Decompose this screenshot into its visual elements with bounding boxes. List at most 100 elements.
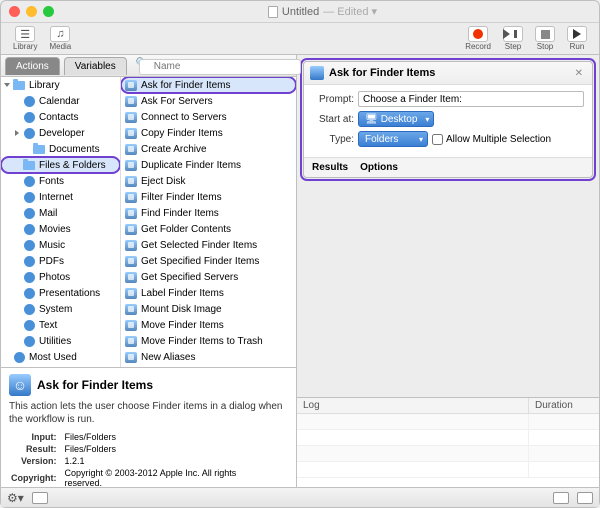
action-label: Get Specified Finder Items — [141, 256, 259, 267]
automator-window: Untitled — Edited ▾ ☰Library ♫Media Reco… — [0, 0, 600, 508]
workflow-area[interactable]: Ask for Finder Items ✕ Prompt: Start at:… — [297, 55, 599, 397]
category-movies[interactable]: Movies — [1, 221, 120, 237]
options-tab[interactable]: Options — [360, 162, 398, 173]
category-contacts[interactable]: Contacts — [1, 109, 120, 125]
category-photos[interactable]: Photos — [1, 269, 120, 285]
title-text: Untitled — [282, 6, 319, 18]
tab-variables[interactable]: Variables — [64, 57, 127, 75]
category-label: Documents — [49, 144, 100, 155]
category-system[interactable]: System — [1, 301, 120, 317]
zoom-window-button[interactable] — [43, 6, 54, 17]
folder-icon — [33, 143, 45, 155]
action-label: Get Specified Servers — [141, 272, 238, 283]
step-button[interactable]: Step — [499, 26, 527, 51]
workflow-action-ask-finder-items[interactable]: Ask for Finder Items ✕ Prompt: Start at:… — [303, 61, 593, 178]
folder-icon — [23, 159, 35, 171]
action-connect-to-servers[interactable]: Connect to Servers — [121, 109, 296, 125]
view-mode-1-button[interactable] — [553, 492, 569, 504]
action-ask-for-finder-items[interactable]: Ask for Finder Items — [121, 77, 296, 93]
category-label: Text — [39, 320, 57, 331]
action-copy-finder-items[interactable]: Copy Finder Items — [121, 125, 296, 141]
category-label: Presentations — [39, 288, 100, 299]
action-ask-for-servers[interactable]: Ask For Servers — [121, 93, 296, 109]
action-eject-disk[interactable]: Eject Disk — [121, 173, 296, 189]
action-icon — [125, 160, 137, 171]
mail-icon — [23, 207, 35, 219]
titlebar: Untitled — Edited ▾ — [1, 1, 599, 23]
category-fonts[interactable]: Fonts — [1, 173, 120, 189]
action-filter-finder-items[interactable]: Filter Finder Items — [121, 189, 296, 205]
record-icon — [473, 29, 483, 39]
close-window-button[interactable] — [9, 6, 20, 17]
category-calendar[interactable]: Calendar — [1, 93, 120, 109]
workflow-pane: Ask for Finder Items ✕ Prompt: Start at:… — [297, 55, 599, 487]
type-popup[interactable]: Folders — [358, 131, 428, 147]
allow-multiple-checkbox[interactable] — [432, 134, 443, 145]
action-icon — [125, 272, 137, 283]
action-get-selected-finder-items[interactable]: Get Selected Finder Items — [121, 237, 296, 253]
library-toolbar-button[interactable]: ☰Library — [9, 26, 41, 51]
action-create-archive[interactable]: Create Archive — [121, 141, 296, 157]
action-mount-disk-image[interactable]: Mount Disk Image — [121, 301, 296, 317]
search-input[interactable] — [139, 59, 301, 75]
action-icon — [125, 80, 137, 91]
action-get-folder-contents[interactable]: Get Folder Contents — [121, 221, 296, 237]
results-tab[interactable]: Results — [312, 162, 348, 173]
action-icon — [125, 240, 137, 251]
tab-actions[interactable]: Actions — [5, 57, 60, 75]
start-at-popup[interactable]: 🖥Desktop — [358, 111, 434, 127]
toggle-description-button[interactable] — [32, 492, 48, 504]
category-presentations[interactable]: Presentations — [1, 285, 120, 301]
category-label: Utilities — [39, 336, 71, 347]
category-utilities[interactable]: Utilities — [1, 333, 120, 349]
category-label: Fonts — [39, 176, 64, 187]
action-icon — [125, 96, 137, 107]
log-body — [297, 414, 599, 487]
stop-button[interactable]: Stop — [531, 26, 559, 51]
run-button[interactable]: Run — [563, 26, 591, 51]
view-mode-2-button[interactable] — [577, 492, 593, 504]
close-action-button[interactable]: ✕ — [572, 68, 586, 79]
action-icon — [125, 224, 137, 235]
action-find-finder-items[interactable]: Find Finder Items — [121, 205, 296, 221]
gear-menu[interactable]: ⚙▾ — [7, 491, 24, 505]
media-toolbar-button[interactable]: ♫Media — [45, 26, 75, 51]
disclosure-icon[interactable] — [15, 130, 19, 136]
category-documents[interactable]: Documents — [1, 141, 120, 157]
description-title: Ask for Finder Items — [37, 378, 153, 392]
log-column-header[interactable]: Log — [297, 398, 529, 413]
action-label: Copy Finder Items — [141, 128, 223, 139]
action-icon — [125, 128, 137, 139]
movies-icon — [23, 223, 35, 235]
category-text[interactable]: Text — [1, 317, 120, 333]
minimize-window-button[interactable] — [26, 6, 37, 17]
category-most-used[interactable]: Most Used — [1, 349, 120, 365]
category-developer[interactable]: Developer — [1, 125, 120, 141]
category-pdfs[interactable]: PDFs — [1, 253, 120, 269]
action-get-specified-finder-items[interactable]: Get Specified Finder Items — [121, 253, 296, 269]
prompt-input[interactable] — [358, 91, 584, 107]
action-label: Get Selected Finder Items — [141, 240, 257, 251]
photos-icon — [23, 271, 35, 283]
category-list[interactable]: LibraryCalendar Contacts Developer Document… — [1, 77, 121, 367]
category-music[interactable]: Music — [1, 237, 120, 253]
duration-column-header[interactable]: Duration — [529, 398, 599, 413]
text-icon — [23, 319, 35, 331]
category-label: Contacts — [39, 112, 78, 123]
action-get-specified-servers[interactable]: Get Specified Servers — [121, 269, 296, 285]
disclosure-icon[interactable] — [4, 83, 10, 87]
category-internet[interactable]: Internet — [1, 189, 120, 205]
record-button[interactable]: Record — [461, 26, 495, 51]
action-list[interactable]: Ask for Finder ItemsAsk For ServersConne… — [121, 77, 296, 367]
toolbar: ☰Library ♫Media Record Step Stop Run — [1, 23, 599, 55]
action-icon — [125, 320, 137, 331]
action-label-finder-items[interactable]: Label Finder Items — [121, 285, 296, 301]
category-library[interactable]: Library — [1, 77, 120, 93]
category-mail[interactable]: Mail — [1, 205, 120, 221]
action-new-aliases[interactable]: New Aliases — [121, 349, 296, 365]
util-icon — [23, 335, 35, 347]
action-move-finder-items[interactable]: Move Finder Items — [121, 317, 296, 333]
action-move-finder-items-to-trash[interactable]: Move Finder Items to Trash — [121, 333, 296, 349]
action-duplicate-finder-items[interactable]: Duplicate Finder Items — [121, 157, 296, 173]
category-files-folders[interactable]: Files & Folders — [1, 157, 120, 173]
